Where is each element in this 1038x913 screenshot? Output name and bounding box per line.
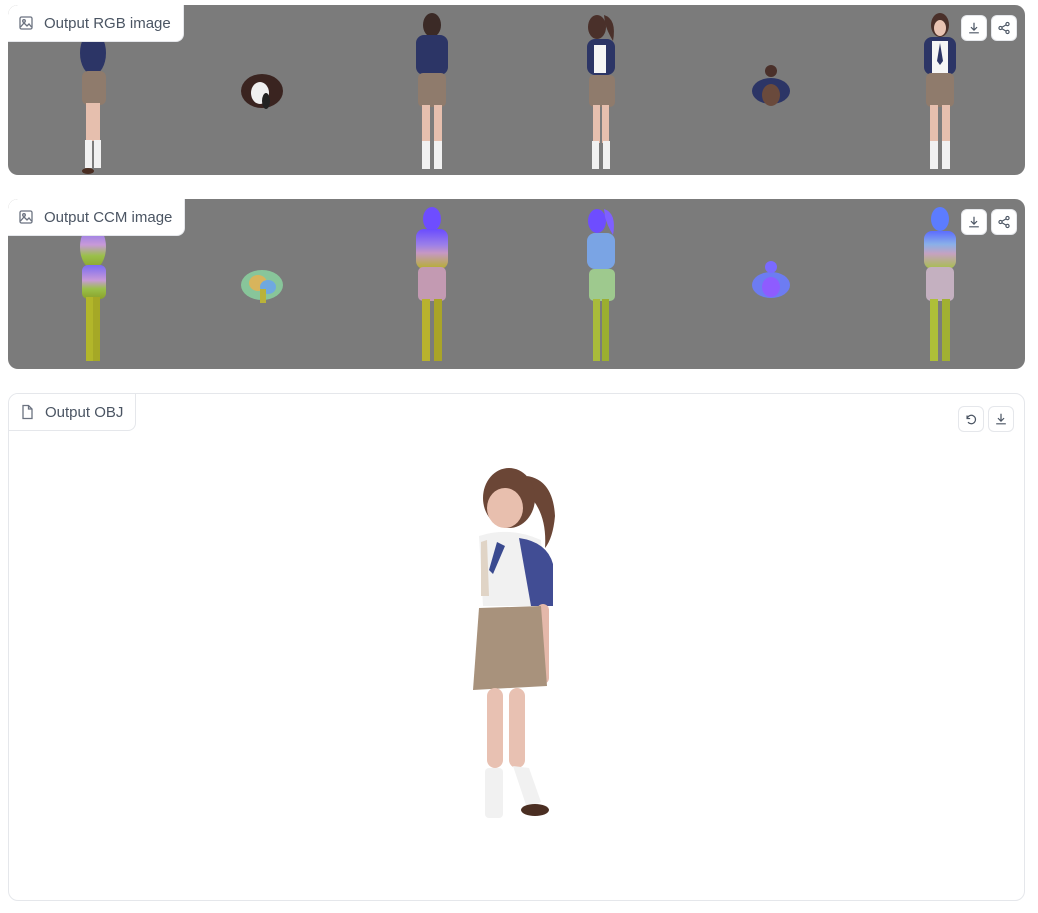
image-icon (18, 209, 34, 225)
panel-label: Output CCM image (8, 199, 186, 236)
ccm-view-back (347, 199, 517, 369)
download-icon (996, 413, 1006, 425)
download-button[interactable] (961, 15, 987, 41)
undo-icon (966, 414, 977, 425)
rgb-view-top (178, 5, 348, 175)
share-button[interactable] (991, 15, 1017, 41)
image-toolbar (961, 209, 1017, 235)
download-icon (969, 216, 979, 228)
ccm-view-side-right (517, 199, 687, 369)
reset-view-button[interactable] (958, 406, 984, 432)
share-button[interactable] (991, 209, 1017, 235)
panel-label-text: Output RGB image (44, 14, 171, 32)
rgb-view-back (347, 5, 517, 175)
model-figure (473, 468, 555, 818)
rgb-view-side-right (517, 5, 687, 175)
share-icon (998, 215, 1010, 229)
panel-label-text: Output CCM image (44, 208, 173, 226)
download-icon (969, 22, 979, 34)
image-toolbar (961, 15, 1017, 41)
output-obj-panel: Output OBJ (8, 393, 1025, 901)
download-button[interactable] (961, 209, 987, 235)
model-viewer-canvas[interactable] (9, 438, 1024, 900)
share-icon (998, 21, 1010, 35)
image-icon (18, 15, 34, 31)
output-rgb-panel: Output RGB image (8, 5, 1025, 175)
file-icon (19, 404, 35, 420)
rgb-view-bottom (686, 5, 856, 175)
download-button[interactable] (988, 406, 1014, 432)
ccm-view-bottom (686, 199, 856, 369)
panel-label-text: Output OBJ (45, 403, 124, 421)
output-ccm-panel: Output CCM image (8, 199, 1025, 369)
panel-label: Output RGB image (8, 5, 184, 42)
panel-label: Output OBJ (9, 394, 137, 431)
ccm-view-top (178, 199, 348, 369)
model-toolbar (958, 406, 1014, 432)
